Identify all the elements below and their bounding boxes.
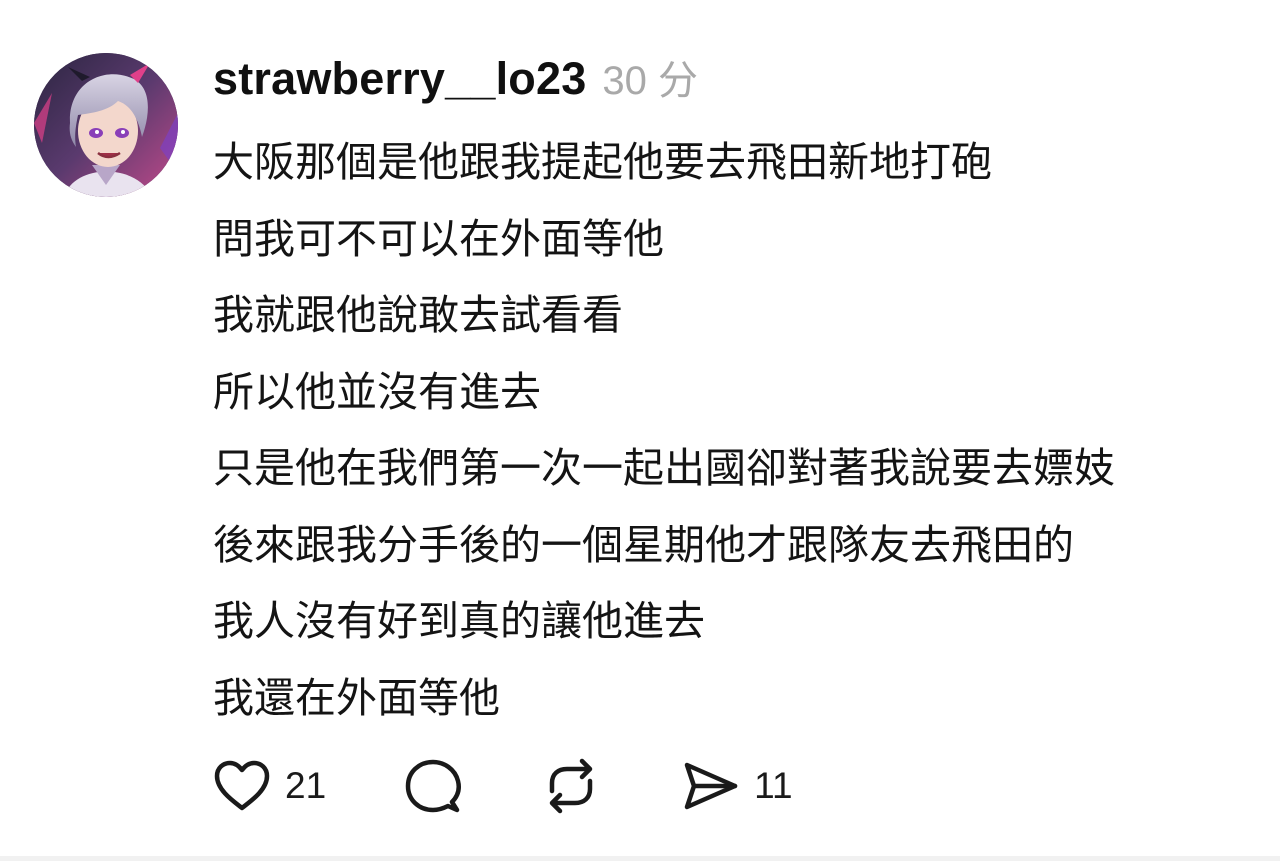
repost-icon xyxy=(549,758,593,814)
thread-post: strawberry__lo23 30 分 大阪那個是他跟我提起他要去飛田新地打… xyxy=(0,0,1280,861)
avatar-illustration xyxy=(34,53,178,197)
divider xyxy=(0,856,1280,861)
post-body: 大阪那個是他跟我提起他要去飛田新地打砲 問我可不可以在外面等他 我就跟他說敢去試… xyxy=(213,124,1263,736)
share-button[interactable]: 11 xyxy=(682,759,793,813)
send-icon xyxy=(684,762,738,810)
post-line: 大阪那個是他跟我提起他要去飛田新地打砲 xyxy=(213,138,992,186)
comment-button[interactable] xyxy=(404,757,462,815)
post-line: 所以他並沒有進去 xyxy=(213,367,541,416)
post-header: strawberry__lo23 30 分 xyxy=(213,48,698,104)
post-line: 我人沒有好到真的讓他進去 xyxy=(213,597,705,645)
share-count: 11 xyxy=(754,765,793,806)
post-line: 問我可不可以在外面等他 xyxy=(213,214,664,263)
post-timestamp: 30 分 xyxy=(602,59,699,103)
post-actions: 21 11 xyxy=(213,756,793,816)
post-line: 只是他在我們第一次一起出國卻對著我說要去嫖妓 xyxy=(213,444,1115,492)
post-line: 我還在外面等他 xyxy=(213,673,500,722)
repost-button[interactable] xyxy=(542,757,600,815)
like-button[interactable]: 21 xyxy=(213,759,326,813)
post-line: 我就跟他說敢去試看看 xyxy=(213,291,623,339)
heart-icon xyxy=(214,760,270,811)
username[interactable]: strawberry__lo23 xyxy=(213,53,586,105)
comment-bubble-icon xyxy=(405,759,462,813)
like-count: 21 xyxy=(285,765,327,806)
avatar[interactable] xyxy=(34,53,178,197)
post-line: 後來跟我分手後的一個星期他才跟隊友去飛田的 xyxy=(213,520,1074,569)
